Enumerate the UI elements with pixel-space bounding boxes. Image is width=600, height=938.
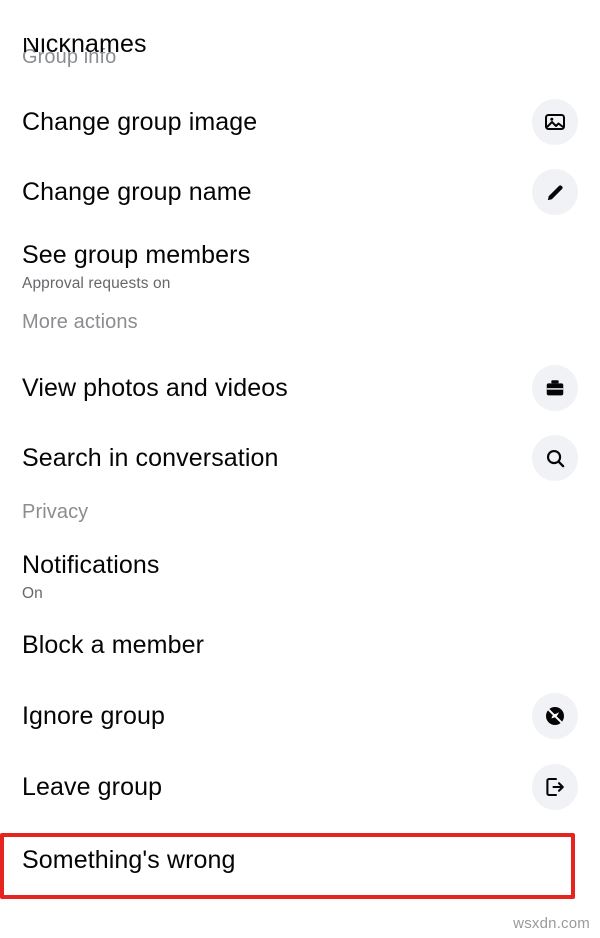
group-settings-screen: Nicknames Group info Change group image … — [0, 38, 600, 938]
photos-icon[interactable] — [532, 365, 578, 411]
image-icon[interactable] — [532, 99, 578, 145]
list-item-ignore-group[interactable]: Ignore group — [0, 682, 600, 750]
list-item-notifications[interactable]: Notifications On — [0, 542, 600, 614]
row-text: Block a member — [22, 630, 204, 660]
list-item-label: Something's wrong — [22, 846, 236, 874]
search-icon[interactable] — [532, 435, 578, 481]
list-item-block-a-member[interactable]: Block a member — [0, 614, 600, 676]
list-item-label: Change group name — [22, 178, 252, 206]
list-item-subtitle: On — [22, 585, 43, 602]
leave-icon[interactable] — [532, 764, 578, 810]
list-item-label: See group members — [22, 241, 251, 269]
row-text: Search in conversation — [22, 443, 279, 473]
row-text: Ignore group — [22, 701, 165, 731]
list-item-view-photos-and-videos[interactable]: View photos and videos — [0, 354, 600, 422]
row-text: Notifications On — [22, 550, 159, 604]
row-text: See group members Approval requests on — [22, 240, 250, 294]
list-item-nicknames[interactable]: Nicknames — [0, 38, 600, 72]
list-item-label: Search in conversation — [22, 444, 279, 472]
watermark: wsxdn.com — [513, 915, 590, 932]
list-item-label: Nicknames — [22, 38, 147, 58]
row-text: Something's wrong — [22, 845, 236, 875]
section-header-more-actions: More actions — [22, 310, 138, 333]
list-item-label: Leave group — [22, 773, 163, 801]
list-item-label: Ignore group — [22, 702, 165, 730]
nicknames-row-clip: Nicknames — [0, 38, 600, 72]
list-item-subtitle: Approval requests on — [22, 275, 171, 292]
list-item-label: View photos and videos — [22, 374, 288, 402]
list-item-somethings-wrong[interactable]: Something's wrong — [0, 840, 600, 880]
list-item-see-group-members[interactable]: See group members Approval requests on — [0, 228, 600, 302]
row-text: View photos and videos — [22, 373, 288, 403]
list-item-leave-group[interactable]: Leave group — [0, 752, 600, 822]
row-text: Change group image — [22, 107, 257, 137]
list-item-change-group-image[interactable]: Change group image — [0, 88, 600, 156]
pencil-icon[interactable] — [532, 169, 578, 215]
list-item-label: Notifications — [22, 551, 160, 579]
ignore-icon[interactable] — [532, 693, 578, 739]
list-item-label: Change group image — [22, 108, 258, 136]
list-item-change-group-name[interactable]: Change group name — [0, 158, 600, 226]
row-text: Nicknames — [22, 38, 147, 59]
list-item-label: Block a member — [22, 631, 205, 659]
row-text: Change group name — [22, 177, 252, 207]
list-item-search-in-conversation[interactable]: Search in conversation — [0, 424, 600, 492]
section-header-privacy: Privacy — [22, 500, 89, 523]
row-text: Leave group — [22, 772, 162, 802]
